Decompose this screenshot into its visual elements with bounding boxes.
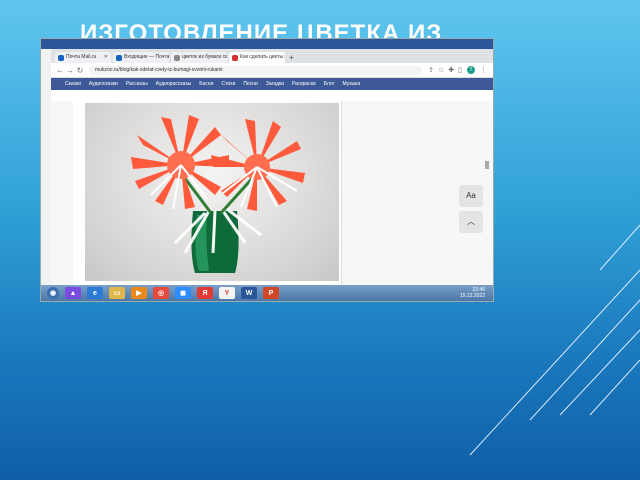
zoom-icon[interactable]: ◼ bbox=[175, 287, 191, 299]
chrome-icon[interactable]: ◎ bbox=[153, 287, 169, 299]
tab-inbox[interactable]: Входящие — Почта ✕ bbox=[113, 52, 169, 63]
tab-article[interactable]: Как сделать цветы из бумаги ✕ bbox=[229, 52, 285, 63]
powerpoint-icon[interactable]: P bbox=[263, 287, 279, 299]
nav-item[interactable]: Рассказы bbox=[126, 81, 148, 87]
word-title-bar bbox=[41, 39, 493, 49]
close-icon[interactable]: ✕ bbox=[104, 52, 108, 63]
back-icon[interactable]: ← bbox=[55, 66, 65, 75]
tab-label: Входящие — Почта bbox=[124, 54, 169, 60]
ie-icon[interactable]: e bbox=[87, 287, 103, 299]
nav-item[interactable]: Музыка bbox=[343, 81, 361, 87]
tab-label: Почта Mail.ru bbox=[66, 54, 97, 60]
screenshot-frame: Почта Mail.ru ✕ Входящие — Почта ✕ цвето… bbox=[40, 38, 494, 302]
url-input[interactable]: mukzoo.ru/blog/kak-sdelat-cvety-iz-bumag… bbox=[89, 65, 423, 75]
media-player-icon[interactable]: ▶ bbox=[131, 287, 147, 299]
nav-item[interactable]: Аудиорассказы bbox=[156, 81, 192, 87]
star-icon[interactable]: ☆ bbox=[438, 66, 444, 74]
paper-flowers-photo bbox=[85, 103, 339, 281]
avatar[interactable]: T bbox=[467, 66, 475, 74]
tab-search[interactable]: цветок из бумаги своими ✕ bbox=[171, 52, 227, 63]
alice-icon[interactable]: ▲ bbox=[65, 287, 81, 299]
nav-item[interactable]: Загадки bbox=[266, 81, 284, 87]
forward-icon[interactable]: → bbox=[65, 66, 75, 75]
taskbar: ◉ ▲ e ▭ ▶ ◎ ◼ Я Y W P 22:46 15.12.2022 bbox=[41, 285, 493, 301]
reload-icon[interactable]: ↻ bbox=[75, 66, 85, 75]
extensions-icon[interactable]: ✚ bbox=[448, 66, 454, 74]
share-icon[interactable]: ⇪ bbox=[428, 66, 434, 74]
system-tray: 22:46 15.12.2022 bbox=[460, 287, 493, 299]
tab-strip: Почта Mail.ru ✕ Входящие — Почта ✕ цвето… bbox=[51, 49, 493, 63]
scroll-up-button[interactable]: ︿ bbox=[459, 211, 483, 233]
clock-date: 15.12.2022 bbox=[459, 293, 485, 299]
browser-window: Почта Mail.ru ✕ Входящие — Почта ✕ цвето… bbox=[51, 49, 493, 285]
nav-item[interactable]: Басни bbox=[199, 81, 213, 87]
yandex-browser-icon[interactable]: Y bbox=[219, 287, 235, 299]
scrollbar[interactable] bbox=[485, 161, 489, 169]
nav-item[interactable]: Раскраски bbox=[292, 81, 316, 87]
site-nav: Сказки Аудиосказки Рассказы Аудиорассказ… bbox=[51, 78, 493, 90]
yandex-icon[interactable]: Я bbox=[197, 287, 213, 299]
nav-item[interactable]: Стихи bbox=[221, 81, 235, 87]
nav-item[interactable]: Песни bbox=[243, 81, 257, 87]
font-size-button[interactable]: Aa bbox=[459, 185, 483, 207]
mail-favicon-icon bbox=[58, 54, 64, 61]
sidebar-icon[interactable]: ▯ bbox=[458, 66, 462, 74]
page-content: Aa ︿ bbox=[51, 101, 493, 285]
nav-item[interactable]: Сказки bbox=[65, 81, 81, 87]
mail-favicon-icon bbox=[116, 54, 122, 61]
address-bar-row: ← → ↻ mukzoo.ru/blog/kak-sdelat-cvety-iz… bbox=[51, 63, 493, 78]
start-button[interactable]: ◉ bbox=[47, 287, 59, 299]
menu-icon[interactable]: ⋮ bbox=[480, 66, 487, 74]
tab-label: Как сделать цветы из бумаги bbox=[240, 54, 285, 60]
tab-mail[interactable]: Почта Mail.ru ✕ bbox=[55, 52, 111, 63]
explorer-icon[interactable]: ▭ bbox=[109, 287, 125, 299]
chevron-up-icon: ︿ bbox=[467, 217, 475, 226]
nav-item[interactable]: Аудиосказки bbox=[89, 81, 118, 87]
tab-label: цветок из бумаги своими bbox=[182, 54, 227, 60]
flower-illustration bbox=[131, 115, 305, 273]
word-icon[interactable]: W bbox=[241, 287, 257, 299]
new-tab-icon[interactable]: + bbox=[289, 52, 294, 63]
google-favicon-icon bbox=[174, 54, 180, 61]
nav-item[interactable]: Блог bbox=[324, 81, 335, 87]
site-favicon-icon bbox=[232, 54, 238, 61]
